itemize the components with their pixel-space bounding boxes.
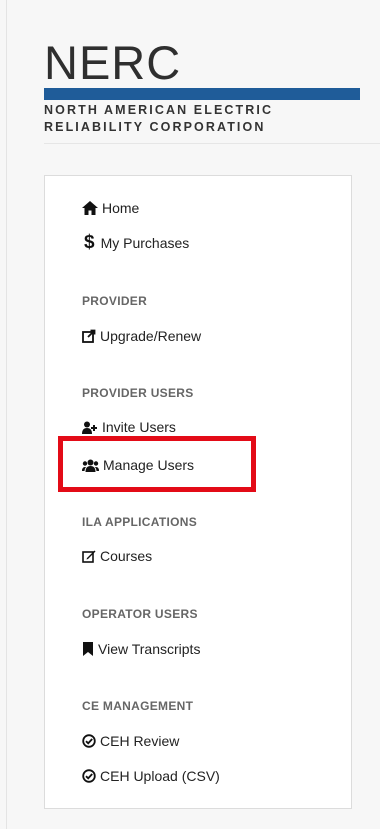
- nav-label-courses: Courses: [100, 548, 153, 564]
- users-icon: [82, 459, 99, 472]
- nav-item-manage[interactable]: Manage Users: [82, 455, 194, 475]
- nav-label-upgrade: Upgrade/Renew: [100, 328, 202, 344]
- nav-item-upgrade[interactable]: Upgrade/Renew: [82, 326, 201, 346]
- nav-item-ceh-review[interactable]: CEH Review: [82, 731, 179, 751]
- sidebar-nav: Home $ My Purchases PROVIDER Upgrade/Ren…: [44, 175, 352, 809]
- logo-bar: [44, 88, 360, 100]
- section-operator-users: OPERATOR USERS: [82, 607, 198, 621]
- nav-item-purchases[interactable]: $ My Purchases: [82, 232, 190, 253]
- section-provider: PROVIDER: [82, 294, 148, 308]
- logo-line-2: RELIABILITY CORPORATION: [44, 120, 266, 134]
- dollar-icon: $: [84, 232, 95, 253]
- nav-label-ceh-review: CEH Review: [100, 733, 180, 749]
- section-provider-users: PROVIDER USERS: [82, 386, 194, 400]
- check-circle-icon: [82, 734, 96, 748]
- bookmark-icon: [82, 642, 94, 656]
- external-share-icon: [82, 329, 96, 343]
- header-divider: [44, 143, 380, 144]
- nav-label-invite: Invite Users: [102, 419, 176, 435]
- nav-label-home: Home: [102, 200, 140, 216]
- user-plus-icon: [82, 421, 98, 434]
- edit-icon: [82, 549, 96, 563]
- home-icon: [82, 201, 98, 215]
- logo-line-1: NORTH AMERICAN ELECTRIC: [44, 103, 274, 117]
- nav-label-transcripts: View Transcripts: [98, 641, 201, 657]
- check-circle-icon: [82, 769, 96, 783]
- nav-label-manage: Manage Users: [103, 457, 195, 473]
- left-border: [6, 0, 7, 829]
- section-ila-applications: ILA APPLICATIONS: [82, 515, 198, 529]
- section-ce-management: CE MANAGEMENT: [82, 699, 194, 713]
- nav-item-courses[interactable]: Courses: [82, 546, 152, 566]
- nav-label-purchases: My Purchases: [100, 235, 190, 251]
- logo-wordmark: NERC: [44, 36, 182, 89]
- nav-item-ceh-upload[interactable]: CEH Upload (CSV): [82, 766, 220, 786]
- nav-item-transcripts[interactable]: View Transcripts: [82, 639, 200, 659]
- nav-item-invite[interactable]: Invite Users: [82, 417, 176, 437]
- nav-label-ceh-upload: CEH Upload (CSV): [100, 768, 220, 784]
- nav-item-home[interactable]: Home: [82, 198, 139, 218]
- nerc-logo[interactable]: NERC NORTH AMERICAN ELECTRIC RELIABILITY…: [44, 36, 360, 134]
